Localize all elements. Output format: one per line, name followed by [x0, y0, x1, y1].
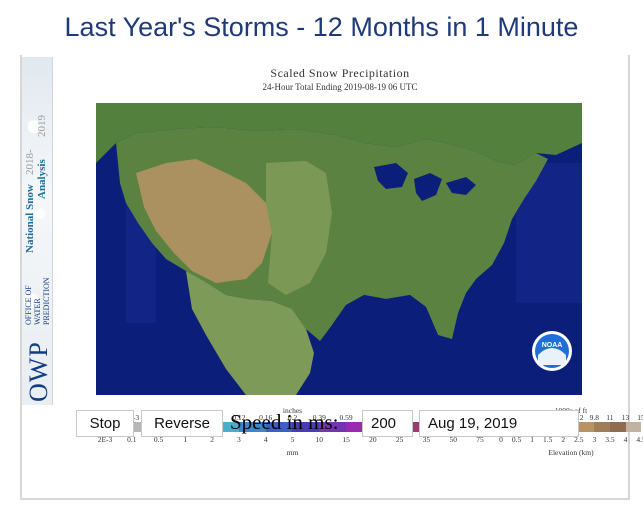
office-line-2: WATER: [33, 298, 42, 325]
banner-year-a: 2018-: [24, 149, 36, 175]
office-line-3: PREDICTION: [42, 277, 51, 325]
elev-tick-label: 15: [637, 413, 643, 422]
elev-tick-label: 4: [623, 435, 628, 444]
snow-precipitation-map: NOAA: [96, 103, 582, 395]
noaa-badge: NOAA: [532, 331, 572, 371]
noaa-badge-label: NOAA: [542, 342, 563, 349]
elev-tick-label: 4.5: [636, 435, 643, 444]
owp-logo: OWP: [24, 341, 53, 402]
elev-swatch: [609, 422, 626, 432]
reverse-button[interactable]: Reverse: [141, 410, 223, 437]
banner-title: National Snow: [24, 184, 36, 253]
stop-button[interactable]: Stop: [76, 410, 134, 437]
elev-swatch: [594, 422, 610, 432]
elev-tick-label: 13: [621, 413, 630, 422]
speed-label: Speed in ms:: [230, 410, 339, 434]
elev-tick-label: 3.5: [605, 435, 615, 444]
date-display[interactable]: [419, 410, 579, 437]
banner-year-b: 2019: [36, 115, 48, 137]
animation-controls: Stop Reverse Speed in ms:: [76, 410, 596, 440]
nsa-side-banner: National Snow Analysis 2018- 2019 OWP OF…: [22, 57, 53, 405]
map-subtitle: 24-Hour Total Ending 2019-08-19 06 UTC: [262, 82, 418, 92]
office-label: OFFICE OF WATER PREDICTION: [24, 277, 51, 325]
speed-input[interactable]: [362, 410, 413, 437]
snow-map-panel: Scaled Snow Precipitation 24-Hour Total …: [60, 60, 643, 457]
elev-tick-label: 11: [606, 413, 614, 422]
office-line-1: OFFICE OF: [24, 285, 33, 325]
precip-unit-mm: mm: [286, 448, 299, 457]
elev-swatch: [625, 422, 642, 432]
map-title: Scaled Snow Precipitation: [270, 66, 410, 80]
page-title: Last Year's Storms - 12 Months in 1 Minu…: [64, 12, 579, 42]
banner-subtitle: Analysis: [36, 159, 48, 199]
elevation-unit-km: Elevation (km): [548, 448, 594, 457]
gulf-of-mexico: [332, 295, 438, 379]
